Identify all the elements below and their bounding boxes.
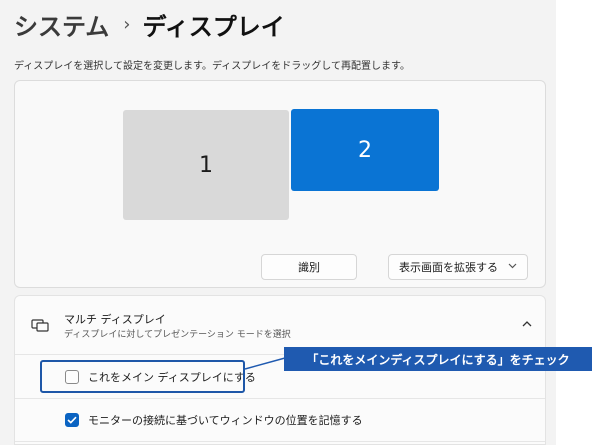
divider <box>15 441 545 442</box>
display-mode-value: 表示画面を拡張する <box>399 261 498 274</box>
remember-window-label: モニターの接続に基づいてウィンドウの位置を記憶する <box>88 414 363 427</box>
monitor-1[interactable]: 1 <box>123 110 289 220</box>
arrangement-description: ディスプレイを選択して設定を変更します。ディスプレイをドラッグして再配置します。 <box>14 61 410 72</box>
breadcrumb-separator: › <box>123 13 131 35</box>
multi-display-header[interactable]: マルチ ディスプレイ ディスプレイに対してプレゼンテーション モードを選択 <box>15 296 545 354</box>
identify-button[interactable]: 識別 <box>261 254 357 280</box>
display-mode-dropdown[interactable]: 表示画面を拡張する <box>388 254 528 280</box>
main-display-checkbox[interactable] <box>65 370 79 384</box>
display-arrangement-panel: 1 2 識別 表示画面を拡張する <box>14 80 546 288</box>
divider <box>15 398 545 399</box>
monitor-2[interactable]: 2 <box>291 109 439 191</box>
page-title: ディスプレイ <box>142 12 285 41</box>
remember-window-checkbox[interactable] <box>65 413 79 427</box>
main-display-option[interactable]: これをメイン ディスプレイにする <box>65 369 256 385</box>
multiple-monitors-icon <box>31 318 49 332</box>
identify-button-label: 識別 <box>298 261 320 274</box>
monitor-1-label: 1 <box>199 152 213 178</box>
breadcrumb-parent-system[interactable]: システム <box>14 7 109 42</box>
chevron-down-icon <box>508 262 517 272</box>
scroll-area <box>556 0 600 445</box>
multi-display-title: マルチ ディスプレイ <box>64 313 166 326</box>
checkmark-icon <box>67 416 77 424</box>
instruction-callout: 「これをメインディスプレイにする」をチェック <box>284 347 592 371</box>
chevron-up-icon[interactable] <box>520 316 534 330</box>
main-display-label: これをメイン ディスプレイにする <box>88 371 256 384</box>
remember-window-option[interactable]: モニターの接続に基づいてウィンドウの位置を記憶する <box>65 412 363 428</box>
monitor-2-label: 2 <box>358 137 372 163</box>
multi-display-subtitle: ディスプレイに対してプレゼンテーション モードを選択 <box>64 330 291 340</box>
breadcrumb: システム › ディスプレイ <box>14 4 285 44</box>
